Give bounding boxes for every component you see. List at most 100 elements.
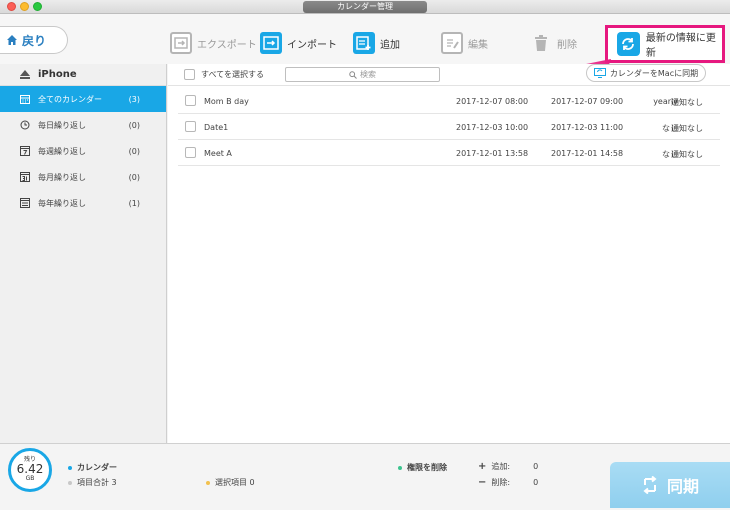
selected-dot-icon bbox=[206, 480, 210, 485]
event-title: Meet A bbox=[204, 149, 232, 158]
edit-label: 編集 bbox=[468, 39, 488, 51]
event-title: Date1 bbox=[204, 123, 229, 132]
sidebar-item-label: 毎月繰り返し bbox=[38, 172, 86, 182]
minimize-window-button[interactable] bbox=[20, 2, 29, 11]
search-icon bbox=[349, 70, 357, 79]
delete-count-label: 削除: bbox=[491, 478, 511, 487]
monitor-sync-icon bbox=[593, 68, 606, 78]
row-checkbox[interactable] bbox=[185, 95, 196, 106]
calendar-7-icon bbox=[20, 146, 30, 156]
select-all-label: すべてを選択する bbox=[201, 70, 264, 79]
sidebar-item-daily[interactable]: 毎日繰り返し (0) bbox=[0, 112, 166, 138]
event-end: 2017-12-07 09:00 bbox=[551, 97, 624, 106]
export-button[interactable]: エクスポート bbox=[170, 30, 257, 56]
refresh-icon bbox=[617, 32, 640, 56]
calendar-all-icon bbox=[20, 95, 30, 104]
sidebar-item-all-calendars[interactable]: 全てのカレンダー (3) bbox=[0, 86, 166, 112]
event-end: 2017-12-03 11:00 bbox=[551, 123, 624, 132]
storage-gauge: 残り 6.42 GB bbox=[8, 448, 52, 492]
total-items-label: 項目合計 3 bbox=[77, 478, 117, 487]
calendar-dot-icon bbox=[68, 465, 72, 470]
refresh-label: 最新の情報に更新 bbox=[645, 33, 716, 59]
select-all-checkbox[interactable] bbox=[184, 69, 195, 80]
trash-icon bbox=[530, 32, 552, 54]
sidebar-item-label: 全てのカレンダー bbox=[38, 94, 102, 104]
import-icon bbox=[260, 32, 282, 54]
table-row[interactable]: Date1 2017-12-03 10:00 2017-12-03 11:00 … bbox=[178, 114, 720, 140]
event-start: 2017-12-07 08:00 bbox=[456, 97, 529, 106]
event-alarm: 通知なし bbox=[671, 150, 703, 159]
title-bar: カレンダー管理 bbox=[0, 0, 730, 14]
minus-icon: − bbox=[478, 477, 487, 488]
storage-unit: GB bbox=[25, 475, 35, 482]
remove-permission-label: 権限を削除 bbox=[407, 463, 447, 472]
plus-icon: + bbox=[478, 461, 487, 472]
import-label: インポート bbox=[287, 39, 337, 51]
add-count-value: 0 bbox=[533, 462, 539, 471]
delete-button[interactable]: 削除 bbox=[530, 30, 577, 56]
remove-permission: 権限を削除 bbox=[398, 462, 447, 473]
add-icon bbox=[353, 32, 375, 54]
refresh-button[interactable]: 最新の情報に更新 bbox=[605, 25, 725, 63]
delete-count: − 削除: 0 bbox=[478, 477, 538, 488]
sidebar-item-weekly[interactable]: 毎週繰り返し (0) bbox=[0, 138, 166, 164]
export-label: エクスポート bbox=[197, 39, 257, 51]
close-window-button[interactable] bbox=[7, 2, 16, 11]
sidebar-item-label: 毎年繰り返し bbox=[38, 198, 86, 208]
eject-icon bbox=[20, 70, 30, 79]
event-end: 2017-12-01 14:58 bbox=[551, 149, 624, 158]
event-alarm: 通知なし bbox=[671, 124, 703, 133]
add-count-label: 追加: bbox=[491, 462, 511, 471]
permission-dot-icon bbox=[398, 465, 402, 470]
event-start: 2017-12-01 13:58 bbox=[456, 149, 529, 158]
sidebar-item-yearly[interactable]: 毎年繰り返し (1) bbox=[0, 190, 166, 216]
sidebar-item-monthly[interactable]: 毎月繰り返し (0) bbox=[0, 164, 166, 190]
event-start: 2017-12-03 10:00 bbox=[456, 123, 529, 132]
device-row[interactable]: iPhone bbox=[0, 64, 166, 86]
row-checkbox[interactable] bbox=[185, 121, 196, 132]
calendar-legend: カレンダー bbox=[68, 462, 117, 473]
row-checkbox[interactable] bbox=[185, 147, 196, 158]
add-label: 追加 bbox=[380, 39, 400, 51]
app-window: カレンダー管理 戻り エクスポート インポート 追加 編集 削除 最新の情報に更… bbox=[0, 0, 730, 510]
sync-button[interactable]: 同期 bbox=[610, 462, 730, 508]
selected-items: 選択項目 0 bbox=[206, 477, 255, 488]
device-name: iPhone bbox=[38, 69, 77, 80]
search-input[interactable]: 検索 bbox=[285, 67, 440, 82]
delete-count-value: 0 bbox=[533, 478, 539, 487]
sync-to-mac-button[interactable]: カレンダーをMacに同期 bbox=[586, 64, 706, 82]
event-alarm: 通知なし bbox=[671, 98, 703, 107]
back-label: 戻り bbox=[22, 33, 47, 48]
sidebar: iPhone 全てのカレンダー (3) 毎日繰り返し (0) 毎週繰り返し (0… bbox=[0, 64, 167, 443]
edit-button[interactable]: 編集 bbox=[441, 30, 488, 56]
import-button[interactable]: インポート bbox=[260, 30, 337, 56]
sidebar-item-count: (0) bbox=[128, 120, 140, 130]
add-button[interactable]: 追加 bbox=[353, 30, 400, 56]
sync-to-mac-label: カレンダーをMacに同期 bbox=[609, 68, 699, 78]
window-title: カレンダー管理 bbox=[303, 1, 427, 13]
list-header: すべてを選択する 検索 カレンダーをMacに同期 bbox=[168, 64, 730, 86]
table-row[interactable]: Meet A 2017-12-01 13:58 2017-12-01 14:58… bbox=[178, 140, 720, 166]
sidebar-item-count: (3) bbox=[128, 94, 140, 104]
sidebar-item-label: 毎日繰り返し bbox=[38, 120, 86, 130]
search-placeholder: 検索 bbox=[360, 70, 376, 79]
select-all[interactable]: すべてを選択する bbox=[184, 69, 264, 80]
calendar-31-icon bbox=[20, 172, 30, 182]
zoom-window-button[interactable] bbox=[33, 2, 42, 11]
storage-value: 6.42 bbox=[16, 462, 44, 476]
sidebar-item-count: (0) bbox=[128, 172, 140, 182]
total-dot-icon bbox=[68, 480, 72, 485]
event-list-panel: すべてを選択する 検索 カレンダーをMacに同期 Mom B day 2017-… bbox=[168, 64, 730, 443]
table-row[interactable]: Mom B day 2017-12-07 08:00 2017-12-07 09… bbox=[178, 88, 720, 114]
status-footer: 残り 6.42 GB カレンダー 項目合計 3 選択項目 0 権限を削除 + 追… bbox=[0, 443, 730, 510]
delete-label: 削除 bbox=[557, 39, 577, 51]
sidebar-item-count: (1) bbox=[128, 198, 140, 208]
back-button[interactable]: 戻り bbox=[0, 26, 68, 54]
event-title: Mom B day bbox=[204, 97, 249, 106]
export-icon bbox=[170, 32, 192, 54]
sync-icon bbox=[643, 476, 657, 494]
calendar-legend-label: カレンダー bbox=[77, 463, 117, 472]
add-count: + 追加: 0 bbox=[478, 461, 538, 472]
home-icon bbox=[7, 35, 17, 45]
clock-repeat-icon bbox=[20, 120, 30, 130]
